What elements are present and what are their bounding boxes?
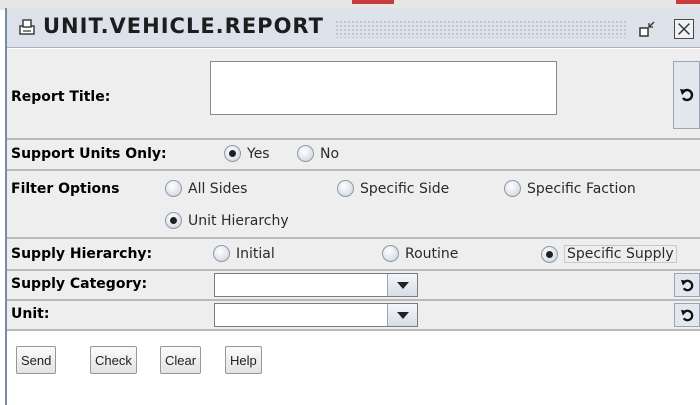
title-bar-grip [335,20,627,38]
radio-unselected-icon [297,145,314,162]
radio-label: Yes [247,145,270,162]
report-title-undo-button[interactable] [673,61,700,129]
background-red-mark [352,0,394,4]
radio-label: Specific Faction [527,180,636,197]
restore-icon[interactable] [637,19,657,39]
supply-category-dropdown[interactable] [214,273,418,297]
filter-specific-faction-radio[interactable]: Specific Faction [504,180,636,197]
radio-selected-icon [541,245,558,263]
chevron-down-icon[interactable] [387,304,417,326]
chevron-down-icon[interactable] [387,274,417,296]
radio-label: Unit Hierarchy [188,212,289,229]
supply-hierarchy-row: Supply Hierarchy: Initial Routine Specif… [7,239,700,269]
support-no-radio[interactable]: No [297,145,339,162]
radio-label: Routine [405,245,459,262]
radio-selected-icon [224,145,241,162]
background-red-mark [676,0,700,4]
radio-unselected-icon [504,180,521,197]
supply-routine-radio[interactable]: Routine [382,245,458,262]
window-title: UNIT.VEHICLE.REPORT [43,14,324,38]
filter-all-sides-radio[interactable]: All Sides [165,180,247,197]
supply-category-undo-button[interactable] [674,273,700,297]
help-button[interactable]: Help [225,346,262,374]
radio-unselected-icon [213,245,230,262]
radio-unselected-icon [337,180,354,197]
radio-unselected-icon [165,180,182,197]
unit-undo-button[interactable] [674,303,700,327]
unit-label: Unit: [11,306,50,322]
separator [7,329,700,331]
radio-label: Specific Side [360,180,450,197]
supply-category-label: Supply Category: [11,276,148,292]
support-units-label: Support Units Only: [11,146,167,162]
filter-unit-hierarchy-radio[interactable]: Unit Hierarchy [165,212,289,229]
supply-category-row: Supply Category: [7,271,700,299]
report-title-label: Report Title: [11,89,111,105]
send-button[interactable]: Send [16,346,57,374]
report-window: UNIT.VEHICLE.REPORT Report Title: Suppor… [5,8,700,405]
clear-button[interactable]: Clear [160,346,202,374]
unit-dropdown[interactable] [214,303,418,327]
report-title-input[interactable] [210,61,557,115]
undo-icon [679,88,693,102]
check-button[interactable]: Check [90,346,137,374]
undo-icon [680,279,693,291]
supply-specific-supply-radio[interactable]: Specific Supply [541,245,677,263]
radio-label: Initial [236,245,275,262]
support-units-row: Support Units Only: Yes No [7,140,700,169]
report-title-row: Report Title: [7,49,700,138]
unit-row: Unit: [7,301,700,329]
radio-label: Specific Supply [564,245,677,263]
title-bar[interactable]: UNIT.VEHICLE.REPORT [7,8,700,48]
close-icon[interactable] [674,19,694,39]
filter-options-label: Filter Options [11,181,120,197]
support-yes-radio[interactable]: Yes [224,145,270,162]
filter-options-row: Filter Options All Sides Specific Side S… [7,171,700,237]
printer-icon [19,19,35,35]
radio-label: No [320,145,340,162]
undo-icon [680,309,693,321]
supply-initial-radio[interactable]: Initial [213,245,275,262]
radio-unselected-icon [382,245,399,262]
radio-selected-icon [165,212,182,229]
supply-hierarchy-label: Supply Hierarchy: [11,246,153,262]
radio-label: All Sides [188,180,248,197]
filter-specific-side-radio[interactable]: Specific Side [337,180,449,197]
